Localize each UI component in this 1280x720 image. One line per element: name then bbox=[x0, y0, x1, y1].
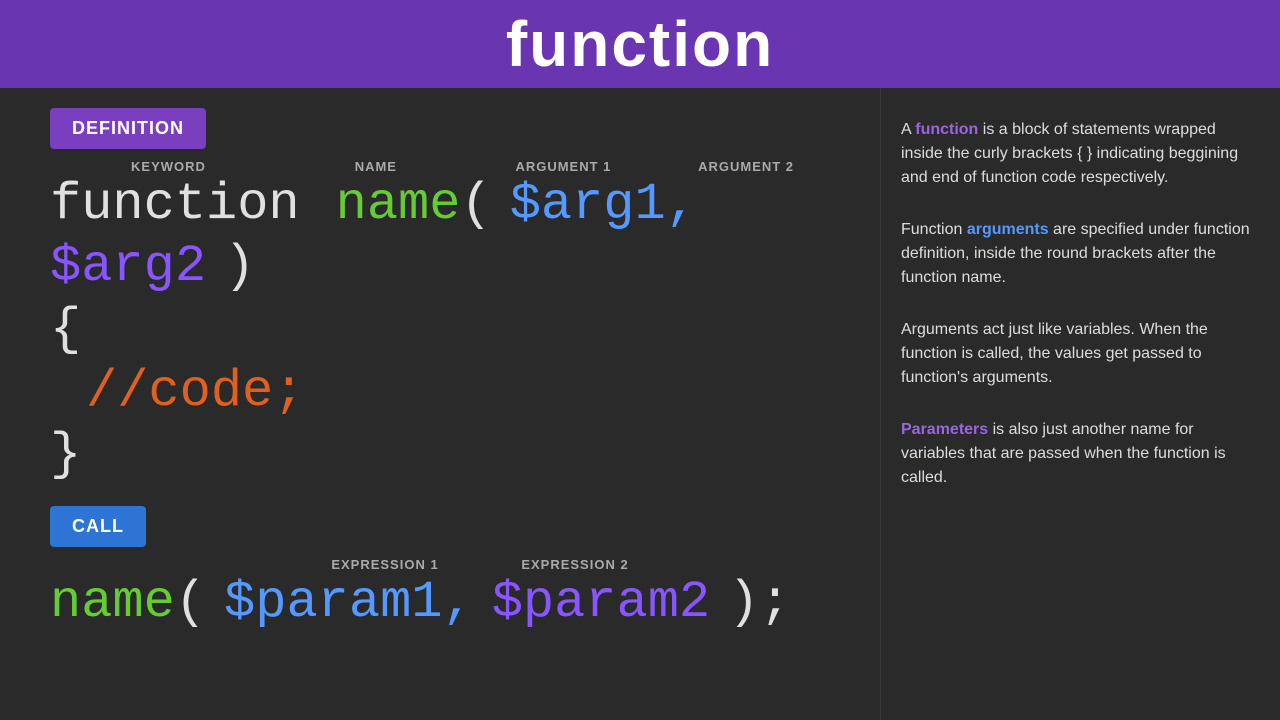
function-name-token: name bbox=[336, 174, 461, 236]
page-header: function bbox=[0, 0, 1280, 88]
page-title: function bbox=[506, 7, 774, 81]
label-expression1: EXPRESSION 1 bbox=[290, 557, 480, 572]
definition-badge: DEFINITION bbox=[50, 108, 206, 149]
paragraph-4: Parameters is also just another name for… bbox=[901, 418, 1250, 490]
definition-section: DEFINITION KEYWORD NAME ARGUMENT 1 ARGUM… bbox=[50, 108, 830, 486]
right-panel: A function is a block of statements wrap… bbox=[880, 88, 1280, 720]
label-argument2: ARGUMENT 2 bbox=[662, 159, 830, 174]
label-argument1: ARGUMENT 1 bbox=[465, 159, 662, 174]
para2-before: Function bbox=[901, 221, 967, 238]
arg2-token: $arg2 bbox=[50, 236, 206, 298]
comment-token: //code; bbox=[86, 361, 304, 423]
call-section: CALL EXPRESSION 1 EXPRESSION 2 name ( $p… bbox=[50, 506, 830, 634]
label-keyword: KEYWORD bbox=[50, 159, 287, 174]
arg1-token: $arg1, bbox=[510, 174, 697, 236]
call-name-token: name bbox=[50, 572, 175, 634]
call-line-1: name ( $param1, $param2 ) ; bbox=[50, 572, 830, 634]
call-paren-close-token: ) bbox=[728, 572, 759, 634]
para2-highlight: arguments bbox=[967, 221, 1049, 238]
call-badge: CALL bbox=[50, 506, 146, 547]
main-content: DEFINITION KEYWORD NAME ARGUMENT 1 ARGUM… bbox=[0, 88, 1280, 720]
definition-line-2: { bbox=[50, 299, 830, 361]
param1-token: $param1, bbox=[224, 572, 474, 634]
paren-open-token: ( bbox=[460, 174, 491, 236]
label-expression2: EXPRESSION 2 bbox=[480, 557, 670, 572]
paren-close-token: ) bbox=[224, 236, 255, 298]
brace-open-token: { bbox=[50, 299, 81, 361]
param2-token: $param2 bbox=[492, 572, 710, 634]
brace-close-token: } bbox=[50, 424, 81, 486]
info-block-2: Function arguments are specified under f… bbox=[901, 218, 1250, 290]
call-labels-row: EXPRESSION 1 EXPRESSION 2 bbox=[50, 557, 830, 572]
keyword-token: function bbox=[50, 174, 300, 236]
paragraph-3: Arguments act just like variables. When … bbox=[901, 318, 1250, 390]
definition-labels-row: KEYWORD NAME ARGUMENT 1 ARGUMENT 2 bbox=[50, 159, 830, 174]
definition-line-3: //code; bbox=[50, 361, 830, 423]
para1-before: A bbox=[901, 121, 915, 138]
para1-highlight: function bbox=[915, 121, 978, 138]
paragraph-1: A function is a block of statements wrap… bbox=[901, 118, 1250, 190]
para4-highlight: Parameters bbox=[901, 421, 988, 438]
info-block-3: Arguments act just like variables. When … bbox=[901, 318, 1250, 390]
definition-line-1: function name ( $arg1, $arg2 ) bbox=[50, 174, 830, 299]
info-block-1: A function is a block of statements wrap… bbox=[901, 118, 1250, 190]
info-block-4: Parameters is also just another name for… bbox=[901, 418, 1250, 490]
definition-line-4: } bbox=[50, 424, 830, 486]
left-panel: DEFINITION KEYWORD NAME ARGUMENT 1 ARGUM… bbox=[0, 88, 880, 720]
call-code-block: EXPRESSION 1 EXPRESSION 2 name ( $param1… bbox=[50, 557, 830, 634]
call-paren-open-token: ( bbox=[175, 572, 206, 634]
definition-code-block: KEYWORD NAME ARGUMENT 1 ARGUMENT 2 funct… bbox=[50, 159, 830, 486]
paragraph-2: Function arguments are specified under f… bbox=[901, 218, 1250, 290]
semicolon-token: ; bbox=[759, 572, 790, 634]
label-name: NAME bbox=[287, 159, 465, 174]
